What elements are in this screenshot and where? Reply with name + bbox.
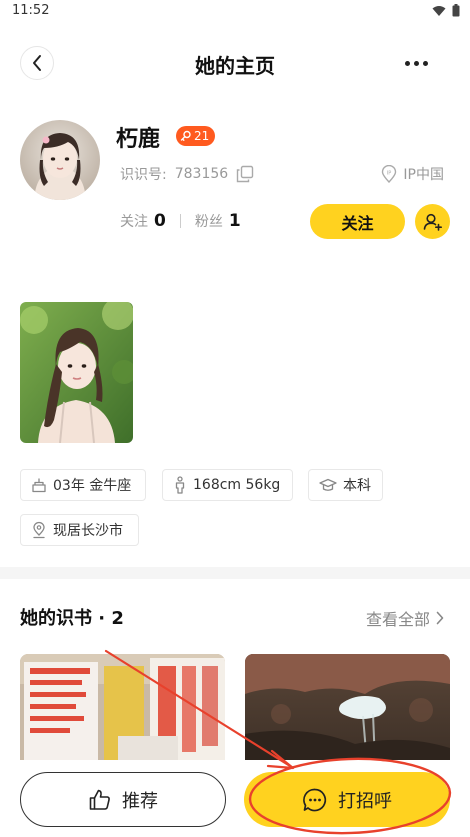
recommend-button[interactable]: 推荐 <box>20 772 226 827</box>
status-bar: 11:52 <box>0 0 470 22</box>
ip-location-icon: IP <box>382 165 397 183</box>
copy-icon[interactable] <box>236 165 254 183</box>
graduation-cap-icon <box>319 478 337 491</box>
chat-bubble-icon <box>303 788 327 811</box>
fans-label: 粉丝 <box>194 214 223 230</box>
tag-label: 现居长沙市 <box>53 523 123 539</box>
location-pin-icon <box>33 521 45 539</box>
tag-label: 03年 金牛座 <box>53 478 132 494</box>
greet-label: 打招呼 <box>338 790 392 812</box>
more-dot <box>423 60 428 66</box>
thumbs-up-icon <box>89 789 110 810</box>
following-label: 关注 <box>120 214 148 230</box>
book-card[interactable] <box>20 654 225 764</box>
wifi-icon <box>432 5 446 16</box>
svg-text:IP: IP <box>387 171 392 177</box>
fans-count[interactable]: 1 <box>229 211 241 231</box>
more-dot <box>405 60 410 66</box>
nav-bar: 她的主页 <box>0 40 470 86</box>
tag-education: 本科 <box>308 469 383 501</box>
view-all-link[interactable]: 查看全部 <box>366 606 444 630</box>
ip-location-label: IP中国 <box>403 167 444 183</box>
tag-residence: 现居长沙市 <box>20 514 139 546</box>
profile-photo[interactable] <box>20 302 133 443</box>
follow-stats: 关注 0 粉丝 1 <box>120 211 241 231</box>
tag-height-weight: 168cm 56kg <box>162 469 293 501</box>
user-id-value: 783156 <box>174 166 229 182</box>
add-user-icon <box>423 213 442 231</box>
more-dot <box>414 60 419 66</box>
section-divider <box>0 567 470 579</box>
tag-label: 本科 <box>343 478 371 494</box>
status-icons <box>432 4 460 17</box>
key-icon <box>180 130 191 141</box>
nickname: 朽鹿 <box>116 127 161 152</box>
greet-button[interactable]: 打招呼 <box>244 772 450 827</box>
chevron-right-icon <box>436 611 444 625</box>
height-weight-icon <box>175 476 185 494</box>
status-time: 11:52 <box>12 3 50 18</box>
user-id-label: 识识号: <box>120 167 167 183</box>
level-value: 21 <box>194 129 210 143</box>
book-card[interactable] <box>245 654 450 764</box>
avatar[interactable] <box>20 120 100 200</box>
user-id-row: 识识号: 783156 <box>120 164 254 184</box>
stats-divider <box>179 214 181 228</box>
follow-button[interactable]: 关注 <box>310 204 405 239</box>
following-count[interactable]: 0 <box>154 211 166 231</box>
tag-label: 168cm 56kg <box>193 477 281 493</box>
books-section-title: 她的识书 · 2 <box>20 608 124 629</box>
bottom-action-bar: 推荐 打招呼 <box>0 760 470 837</box>
ip-location: IP IP中国 <box>381 164 444 184</box>
view-all-label: 查看全部 <box>365 610 430 629</box>
level-badge: 21 <box>176 126 216 146</box>
age-icon <box>32 478 46 493</box>
add-friend-button[interactable] <box>415 204 450 239</box>
page-title: 她的主页 <box>195 54 275 78</box>
recommend-label: 推荐 <box>122 790 158 812</box>
tag-age: 03年 金牛座 <box>20 469 146 501</box>
more-button[interactable] <box>405 50 428 76</box>
battery-icon <box>452 4 460 17</box>
